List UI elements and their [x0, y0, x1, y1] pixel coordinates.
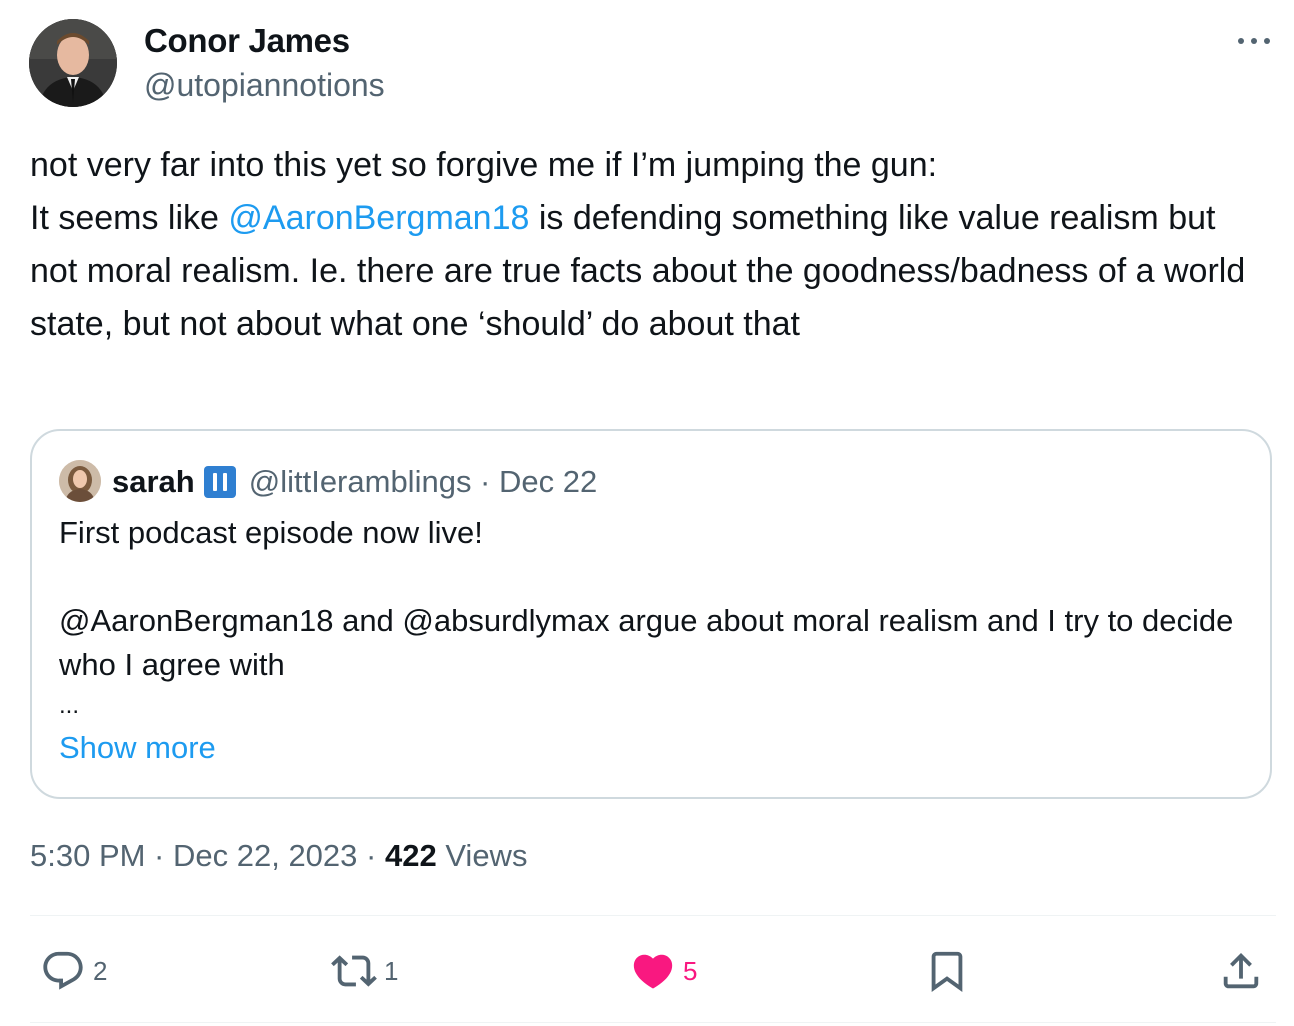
tweet-meta: 5:30 PM · Dec 22, 2023 · 422 Views — [30, 838, 527, 874]
divider — [30, 915, 1276, 916]
share-button[interactable] — [1218, 948, 1264, 994]
timestamp[interactable]: 5:30 PM · Dec 22, 2023 · — [30, 838, 385, 873]
author-name[interactable]: Conor James — [144, 22, 350, 60]
views-count: 422 — [384, 838, 437, 873]
tweet-text-paragraph: It seems like @AaronBergman18 is defendi… — [30, 192, 1270, 351]
quoted-avatar-image — [59, 460, 101, 502]
tweet-detail: Conor James @utopiannotions not very far… — [0, 0, 1294, 1026]
dot — [1238, 38, 1244, 44]
dot — [1251, 38, 1257, 44]
tweet-text: not very far into this yet so forgive me… — [30, 139, 1270, 351]
quoted-author-name[interactable]: sarah — [112, 464, 195, 500]
badge-bar — [212, 473, 217, 491]
quoted-tweet-text: First podcast episode now live! @AaronBe… — [59, 511, 1254, 723]
like-count: 5 — [683, 955, 698, 986]
retweet-count: 1 — [384, 955, 399, 986]
bookmark-button[interactable] — [924, 948, 970, 994]
tweet-text-line: not very far into this yet so forgive me… — [30, 146, 938, 184]
show-more-link[interactable]: Show more — [59, 730, 216, 766]
retweet-button[interactable]: 1 — [331, 948, 398, 994]
dot — [1264, 38, 1270, 44]
mention-link[interactable]: @AaronBergman18 — [228, 199, 529, 237]
reply-count: 2 — [93, 955, 108, 986]
tweet-text-prefix: It seems like — [30, 199, 229, 237]
quoted-handle-date: @littIeramblings · Dec 22 — [248, 464, 598, 499]
heart-icon — [633, 954, 673, 989]
more-options-icon[interactable] — [1232, 26, 1276, 56]
quoted-text-ellipsis: ... — [59, 692, 80, 719]
quoted-text-line: @AaronBergman18 and @absurdlymax argue a… — [59, 603, 1234, 682]
quoted-tweet-card[interactable]: sarah @littIeramblings · Dec 22 First po… — [30, 429, 1272, 799]
avatar-image — [29, 19, 117, 107]
reply-button[interactable]: 2 — [40, 948, 107, 994]
share-icon — [1223, 952, 1259, 989]
badge-bar — [222, 473, 227, 491]
reply-icon — [43, 951, 83, 990]
retweet-icon — [331, 955, 377, 987]
quoted-author-avatar[interactable] — [59, 460, 101, 502]
bookmark-icon — [931, 951, 963, 992]
like-button[interactable]: 5 — [630, 948, 697, 994]
pause-flag-icon — [203, 466, 236, 498]
author-handle[interactable]: @utopiannotions — [144, 67, 385, 104]
views-label: Views — [436, 838, 528, 873]
author-avatar[interactable] — [29, 19, 117, 107]
divider — [30, 1022, 1276, 1023]
quoted-tweet-header: sarah @littIeramblings · Dec 22 — [112, 460, 597, 504]
quoted-text-line: First podcast episode now live! — [59, 515, 483, 550]
